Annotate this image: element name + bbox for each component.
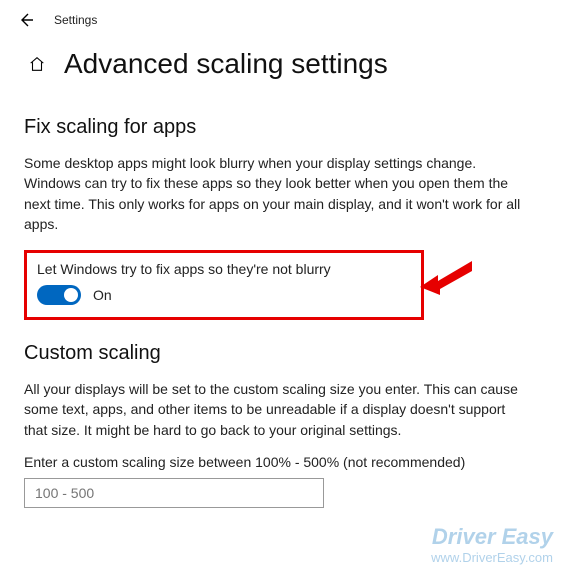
custom-scaling-input[interactable]: [24, 478, 324, 508]
watermark-title: Driver Easy: [431, 524, 553, 550]
fix-scaling-description: Some desktop apps might look blurry when…: [24, 153, 524, 234]
settings-label: Settings: [54, 13, 97, 27]
fix-blurry-toggle-label: Let Windows try to fix apps so they're n…: [37, 261, 409, 277]
watermark-url: www.DriverEasy.com: [431, 550, 553, 565]
page-title: Advanced scaling settings: [64, 48, 388, 80]
fix-blurry-toggle-state: On: [93, 287, 112, 303]
section-title-custom-scaling: Custom scaling: [24, 342, 541, 365]
custom-scaling-input-label: Enter a custom scaling size between 100%…: [24, 454, 541, 470]
custom-scaling-description: All your displays will be set to the cus…: [24, 379, 524, 440]
annotation-arrow-icon: [420, 255, 472, 300]
watermark: Driver Easy www.DriverEasy.com: [431, 524, 553, 565]
back-icon[interactable]: [18, 12, 34, 28]
highlight-box: Let Windows try to fix apps so they're n…: [24, 250, 424, 320]
fix-blurry-toggle[interactable]: [37, 285, 81, 305]
home-icon[interactable]: [28, 55, 46, 73]
section-title-fix-scaling: Fix scaling for apps: [24, 116, 541, 139]
